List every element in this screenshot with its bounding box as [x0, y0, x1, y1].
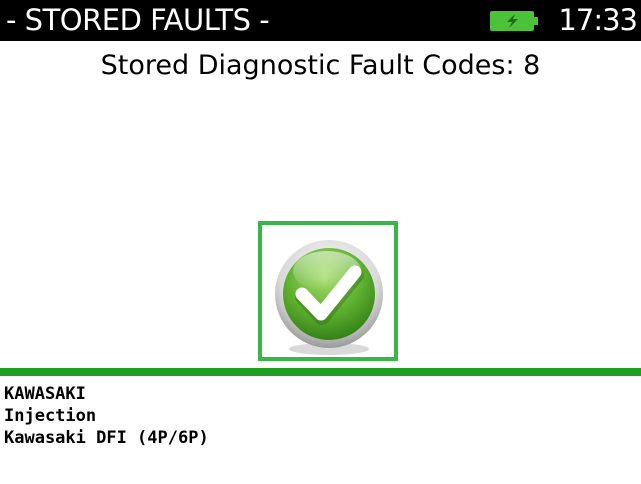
battery-charging-icon — [490, 11, 538, 31]
clock: 17:33 — [558, 3, 638, 37]
vehicle-model: Kawasaki DFI (4P/6P) — [4, 428, 209, 448]
vehicle-system: Injection — [4, 406, 97, 426]
vehicle-info: KAWASAKI Injection Kawasaki DFI (4P/6P) — [4, 383, 209, 449]
status-button[interactable] — [258, 221, 398, 361]
title-bar: - STORED FAULTS - 17:33 — [0, 0, 641, 41]
vehicle-make: KAWASAKI — [4, 384, 86, 404]
diagnostic-screen: - STORED FAULTS - 17:33 Stored Diagnosti… — [0, 0, 641, 484]
section-divider — [0, 368, 641, 376]
fault-count-label: Stored Diagnostic Fault Codes: 8 — [100, 50, 541, 81]
checkmark-icon — [275, 240, 383, 355]
screen-title: - STORED FAULTS - — [6, 3, 270, 37]
